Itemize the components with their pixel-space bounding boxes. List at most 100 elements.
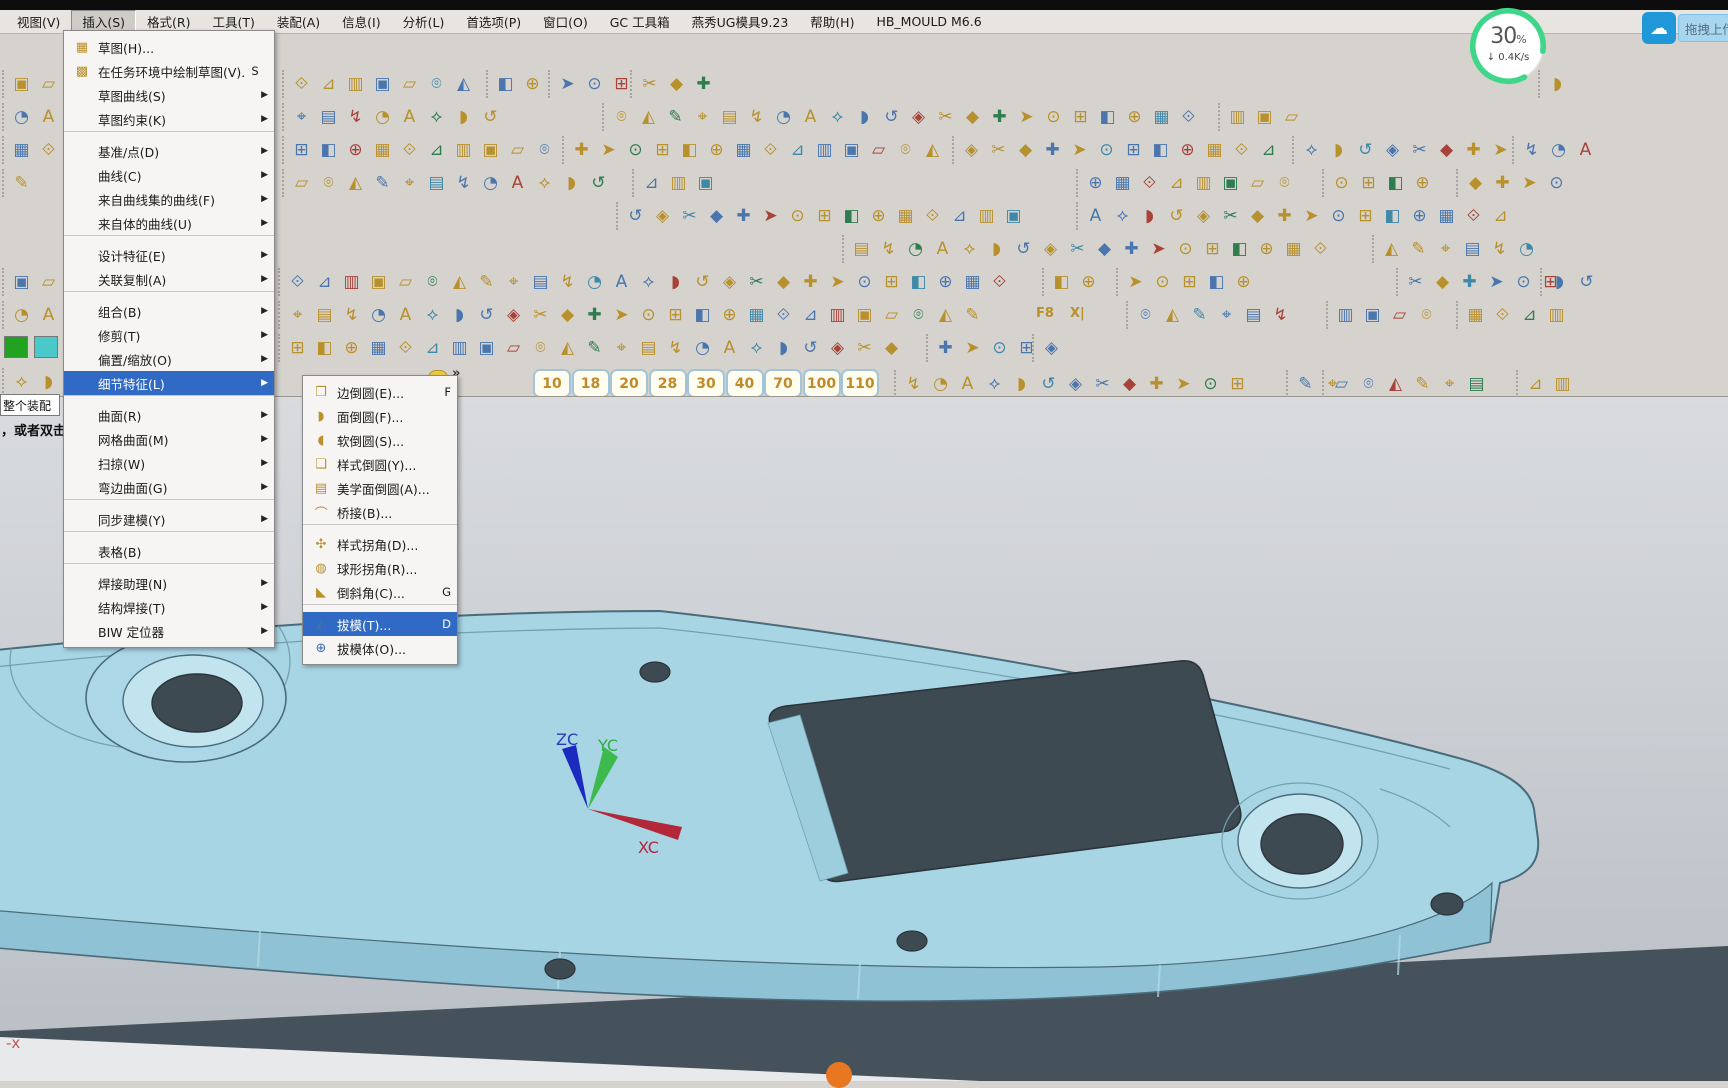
toolbar-icon[interactable]: ↯ <box>338 302 365 328</box>
submenu-item[interactable]: ⌒ 桥接(B)... <box>303 500 457 525</box>
toolbar-icon[interactable]: ◭ <box>932 302 959 328</box>
toolbar-icon[interactable]: ➤ <box>1013 104 1040 130</box>
toolbar-icon[interactable]: ◈ <box>905 104 932 130</box>
toolbar-icon[interactable]: ✂ <box>1406 137 1433 163</box>
toolbar-icon[interactable]: ➤ <box>1145 236 1172 262</box>
toolbar-icon[interactable]: ▤ <box>848 236 875 262</box>
toolbar-icon[interactable]: ◗ <box>1544 71 1571 97</box>
toolbar-icon[interactable]: ◔ <box>1513 236 1540 262</box>
toolbar-icon[interactable]: ✂ <box>1064 236 1091 262</box>
insert-menu-item[interactable]: 修剪(T) ▶ <box>64 323 274 347</box>
toolbar-icon[interactable]: ▥ <box>811 137 838 163</box>
toolbar-icon[interactable]: ✎ <box>1292 371 1319 397</box>
toolbar-icon[interactable]: ◧ <box>838 203 865 229</box>
insert-menu-item[interactable]: ▦ 草图(H)... ▶ <box>64 35 274 59</box>
toolbar-icon[interactable]: ➤ <box>757 203 784 229</box>
toolbar-icon[interactable]: ◧ <box>311 335 338 361</box>
toolbar-icon[interactable]: ▥ <box>1549 371 1576 397</box>
toolbar-icon[interactable]: ⊕ <box>932 269 959 295</box>
toolbar-icon[interactable]: ↯ <box>743 104 770 130</box>
toolbar-icon[interactable]: ⌖ <box>1436 371 1463 397</box>
toolbar-icon[interactable]: ▣ <box>477 137 504 163</box>
boss-with-bore[interactable] <box>86 634 286 762</box>
toolbar-icon[interactable]: ⟐ <box>1228 137 1255 163</box>
toolbar-icon[interactable]: ↯ <box>450 170 477 196</box>
menu-bar-item[interactable]: 信息(I) <box>331 10 391 33</box>
toolbar-icon[interactable]: ◆ <box>703 203 730 229</box>
toolbar-icon[interactable]: ⊞ <box>1120 137 1147 163</box>
toolbar-icon[interactable]: A <box>1082 203 1109 229</box>
toolbar-icon[interactable]: ⊿ <box>946 203 973 229</box>
toolbar-icon[interactable]: ⌾ <box>315 170 342 196</box>
toolbar-icon[interactable]: ⌾ <box>905 302 932 328</box>
toolbar-icon[interactable]: ◔ <box>770 104 797 130</box>
toolbar-icon[interactable]: ⌾ <box>531 137 558 163</box>
toolbar-icon[interactable]: ⊿ <box>1487 203 1514 229</box>
toolbar-icon[interactable]: ↺ <box>1010 236 1037 262</box>
toolbar-icon[interactable]: ▤ <box>311 302 338 328</box>
toolbar-icon[interactable]: ▣ <box>1251 104 1278 130</box>
toolbar-icon[interactable]: ⊿ <box>315 71 342 97</box>
insert-menu-item[interactable]: 来自曲线集的曲线(F) ▶ <box>64 187 274 211</box>
toolbar-icon[interactable]: ▥ <box>338 269 365 295</box>
toolbar-icon[interactable]: ◔ <box>477 170 504 196</box>
toolbar-icon[interactable]: ⊞ <box>284 335 311 361</box>
toolbar-icon[interactable]: ⊕ <box>1121 104 1148 130</box>
toolbar-icon[interactable]: ⊕ <box>519 71 546 97</box>
toolbar-icon[interactable]: ◔ <box>689 335 716 361</box>
toolbar-icon[interactable]: ▱ <box>396 71 423 97</box>
toolbar-icon[interactable]: ⟡ <box>635 269 662 295</box>
toolbar-icon[interactable]: ⌖ <box>1432 236 1459 262</box>
toolbar-icon[interactable]: ✎ <box>473 269 500 295</box>
toolbar-icon[interactable]: ⟡ <box>1109 203 1136 229</box>
toolbar-icon[interactable]: ⊿ <box>638 170 665 196</box>
toolbar-icon[interactable]: ⊙ <box>1197 371 1224 397</box>
toolbar-icon[interactable]: A <box>797 104 824 130</box>
toolbar-icon[interactable]: ⊕ <box>1174 137 1201 163</box>
toolbar-icon[interactable]: ⟐ <box>770 302 797 328</box>
submenu-item[interactable]: ❏ 样式倒圆(Y)... <box>303 452 457 476</box>
toolbar-icon[interactable]: ▥ <box>1190 170 1217 196</box>
toolbar-icon[interactable]: ⟐ <box>1307 236 1334 262</box>
toolbar-icon[interactable]: ↺ <box>1163 203 1190 229</box>
toolbar-icon[interactable]: ⌾ <box>527 335 554 361</box>
insert-menu-item[interactable]: 组合(B) ▶ <box>64 299 274 323</box>
toolbar-icon[interactable]: ⊙ <box>1328 170 1355 196</box>
toolbar-icon[interactable]: ⊕ <box>716 302 743 328</box>
submenu-item[interactable]: ◖ 软倒圆(S)... <box>303 428 457 452</box>
toolbar-icon[interactable]: ◆ <box>1012 137 1039 163</box>
toolbar-icon[interactable]: ⟐ <box>284 269 311 295</box>
toolbar-icon[interactable]: ↺ <box>585 170 612 196</box>
toolbar-icon[interactable]: ◔ <box>927 371 954 397</box>
toolbar-icon[interactable]: ⊞ <box>1355 170 1382 196</box>
toolbar-icon[interactable]: ✂ <box>1217 203 1244 229</box>
toolbar-icon[interactable]: ➤ <box>1483 269 1510 295</box>
toolbar-icon[interactable]: ▣ <box>1217 170 1244 196</box>
toolbar-icon[interactable]: ⊿ <box>784 137 811 163</box>
toolbar-icon[interactable]: ▣ <box>1359 302 1386 328</box>
toolbar-icon[interactable]: ✚ <box>690 71 717 97</box>
insert-menu-item[interactable]: 草图约束(K) ▶ <box>64 107 274 132</box>
insert-menu-item[interactable]: 同步建模(Y) ▶ <box>64 507 274 532</box>
toolbar-icon[interactable]: ▤ <box>1459 236 1486 262</box>
menu-bar-item[interactable]: 视图(V) <box>6 10 71 33</box>
insert-menu-item[interactable]: 曲线(C) ▶ <box>64 163 274 187</box>
toolbar-icon[interactable]: ▤ <box>1240 302 1267 328</box>
toolbar-icon[interactable]: ⌖ <box>288 104 315 130</box>
toolbar-icon[interactable]: ▦ <box>365 335 392 361</box>
toolbar-icon[interactable]: ◈ <box>1038 335 1065 361</box>
toolbar-icon[interactable]: ⊙ <box>851 269 878 295</box>
toolbar-icon[interactable]: ◆ <box>959 104 986 130</box>
toolbar-icon[interactable]: ⊙ <box>1093 137 1120 163</box>
toolbar-icon[interactable]: ⊙ <box>622 137 649 163</box>
toolbar-icon[interactable]: ▤ <box>423 170 450 196</box>
submenu-item[interactable]: ◍ 球形拐角(R)... <box>303 556 457 580</box>
toolbar-icon[interactable]: ↯ <box>342 104 369 130</box>
toolbar-icon[interactable]: ◈ <box>1379 137 1406 163</box>
toolbar-icon[interactable]: ✂ <box>636 71 663 97</box>
toolbar-icon[interactable]: ⊞ <box>288 137 315 163</box>
toolbar-icon[interactable]: ⟐ <box>396 137 423 163</box>
toolbar-icon[interactable]: ↺ <box>473 302 500 328</box>
submenu-item[interactable]: ◗ 面倒圆(F)... <box>303 404 457 428</box>
toolbar-icon[interactable]: ⊙ <box>784 203 811 229</box>
